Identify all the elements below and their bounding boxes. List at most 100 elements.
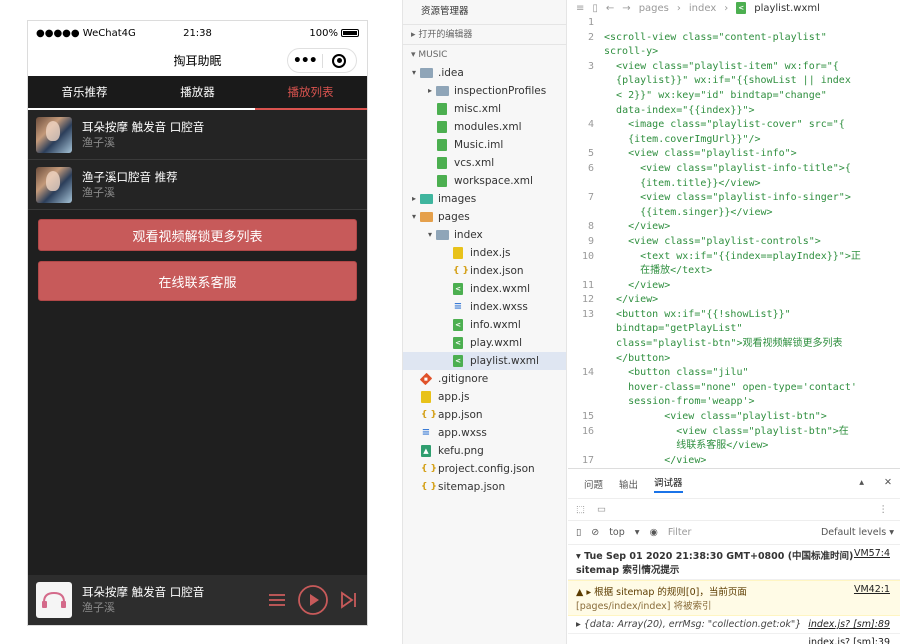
tab-playlist[interactable]: 播放列表 [254, 76, 367, 110]
breadcrumb-item[interactable]: playlist.wxml [754, 3, 820, 14]
file-tree-item[interactable]: vcs.xml [403, 154, 566, 172]
log-levels-select[interactable]: Default levels ▾ [821, 527, 894, 538]
filter-input[interactable]: Filter [668, 527, 692, 538]
file-tree-item[interactable]: ▸ images [403, 190, 566, 208]
file-tree-item[interactable]: ≡ app.wxss [403, 424, 566, 442]
tab-output[interactable]: 输出 [619, 477, 638, 491]
file-tree-item[interactable]: < info.wxml [403, 316, 566, 334]
editor-toolbar: ≡ ▯ ← → pages › index › < playlist.wxml [576, 2, 820, 14]
file-tree-item[interactable]: index.js [403, 244, 566, 262]
line-source [604, 16, 900, 31]
file-tree-item[interactable]: misc.xml [403, 100, 566, 118]
status-time: 21:38 [183, 27, 212, 39]
file-tree-item[interactable]: < play.wxml [403, 334, 566, 352]
file-tree-item[interactable]: Music.iml [403, 136, 566, 154]
line-number: 8 [587, 221, 594, 233]
file-name: kefu.png [438, 445, 484, 457]
breadcrumb-item[interactable]: index [689, 3, 716, 14]
line-source: <text wx:if="{{index==playIndex}}">正 在播放… [640, 250, 861, 277]
sidebar-toggle-icon[interactable]: ▯ [576, 527, 581, 538]
file-tree-item[interactable]: app.js [403, 388, 566, 406]
eye-icon[interactable]: ◉ [650, 527, 658, 538]
wxss-file-icon: ≡ [421, 427, 431, 438]
file-tree-item[interactable]: ◆ .gitignore [403, 370, 566, 388]
file-tree-item[interactable]: ▾ pages [403, 208, 566, 226]
close-miniprogram-icon[interactable] [323, 53, 357, 68]
play-icon[interactable] [297, 584, 329, 616]
file-name: .idea [438, 67, 464, 79]
file-tree-item[interactable]: < playlist.wxml [403, 352, 566, 370]
folder-icon [419, 193, 433, 205]
player-singer: 渔子溪 [82, 601, 115, 614]
code-line: 9 <view class="playlist-controls"> [568, 235, 900, 250]
console-tabs: 问题 输出 调试器 ▴ ✕ [568, 469, 900, 499]
more-icon[interactable]: ••• [288, 53, 322, 69]
console-log-entry[interactable]: VM42:1 ▲ ▸ 根据 sitemap 的规则[0]，当前页面 [pages/i… [568, 580, 900, 616]
inspect-icon[interactable]: ⬚ [576, 504, 585, 515]
context-dropdown-icon[interactable]: ▾ [635, 527, 640, 538]
line-source: <image class="playlist-cover" src="{ {it… [628, 119, 845, 145]
console-log-entry[interactable]: VM57:4 ▾ Tue Sep 01 2020 21:38:30 GMT+080… [568, 545, 900, 580]
maximize-icon[interactable]: ▴ [859, 477, 864, 488]
chevron-icon: ▾ [411, 212, 416, 221]
log-source-link[interactable]: index.js? [sm]:39 [808, 637, 890, 644]
line-source: </view> [604, 279, 671, 291]
context-select[interactable]: top [609, 527, 625, 538]
tab-music-recommend[interactable]: 音乐推荐 [28, 76, 141, 110]
file-tree-item[interactable]: workspace.xml [403, 172, 566, 190]
tab-debugger[interactable]: 调试器 [654, 475, 683, 493]
playlist-icon[interactable] [267, 592, 287, 608]
contact-service-button[interactable]: 在线联系客服 [38, 261, 357, 301]
code-line: 12 </view> [568, 293, 900, 308]
bookmark-icon[interactable]: ▯ [592, 3, 598, 14]
menu-icon[interactable]: ≡ [576, 3, 584, 14]
log-source-link[interactable]: VM42:1 [854, 584, 890, 595]
line-source: </view> [604, 454, 707, 466]
file-tree-item[interactable]: { } app.json [403, 406, 566, 424]
tab-problems[interactable]: 问题 [584, 477, 603, 491]
project-section[interactable]: ▾ MUSIC [403, 44, 566, 64]
open-editors-section[interactable]: ▸ 打开的编辑器 [403, 24, 566, 44]
line-source: <scroll-view class="content-playlist" sc… [604, 31, 827, 58]
file-name: index.wxss [470, 301, 528, 313]
file-tree-item[interactable]: ▸ inspectionProfiles [403, 82, 566, 100]
playlist-info-title: 耳朵按摩 触发音 口腔音 [82, 119, 205, 134]
playlist-item[interactable]: 渔子溪口腔音 推荐 渔子溪 [28, 160, 367, 210]
file-tree-item[interactable]: ▾ .idea [403, 64, 566, 82]
file-tree-item[interactable]: ▾ index [403, 226, 566, 244]
file-tree-item[interactable]: ≡ index.wxss [403, 298, 566, 316]
file-name: misc.xml [454, 103, 502, 115]
playlist-item[interactable]: 耳朵按摩 触发音 口腔音 渔子溪 [28, 110, 367, 160]
breadcrumb-item[interactable]: pages [639, 3, 669, 14]
git-file-icon: ◆ [419, 372, 433, 386]
clear-console-icon[interactable]: ⊘ [591, 527, 599, 538]
settings-icon[interactable]: ⋮ [879, 504, 889, 515]
file-tree-item[interactable]: { } project.config.json [403, 460, 566, 478]
file-tree-item[interactable]: { } index.json [403, 262, 566, 280]
console-log-entry[interactable]: index.js? [sm]:39 [568, 634, 900, 644]
log-source-link[interactable]: index.js? [sm]:89 [808, 619, 890, 630]
line-source: <view class="playlist-info"> [604, 148, 797, 160]
file-tree-item[interactable]: ▲ kefu.png [403, 442, 566, 460]
file-tree-item[interactable]: { } sitemap.json [403, 478, 566, 496]
chevron-icon: ▾ [411, 68, 416, 77]
next-icon[interactable] [339, 591, 359, 609]
console-log-entry[interactable]: index.js? [sm]:89 ▸ {data: Array(20), err… [568, 616, 900, 634]
tab-player[interactable]: 播放器 [141, 76, 254, 110]
file-tree-item[interactable]: modules.xml [403, 118, 566, 136]
file-name: pages [438, 211, 470, 223]
code-area[interactable]: 1 2 <scroll-view class="content-playlist"… [568, 16, 900, 468]
back-arrow-icon[interactable]: ← [606, 3, 614, 14]
forward-arrow-icon[interactable]: → [622, 3, 630, 14]
unlock-list-button[interactable]: 观看视频解锁更多列表 [38, 219, 357, 251]
chevron-icon: ▾ [427, 230, 432, 239]
file-name: index.wxml [470, 283, 531, 295]
wxss-file-icon: ≡ [453, 301, 463, 312]
code-line: 4 <image class="playlist-cover" src="{ {… [568, 118, 900, 147]
file-tree-item[interactable]: < index.wxml [403, 280, 566, 298]
close-icon[interactable]: ✕ [884, 477, 892, 488]
playlist-cover [36, 116, 72, 153]
device-icon[interactable]: ▭ [597, 504, 606, 515]
log-source-link[interactable]: VM57:4 [854, 548, 890, 559]
file-name: app.json [438, 409, 483, 421]
